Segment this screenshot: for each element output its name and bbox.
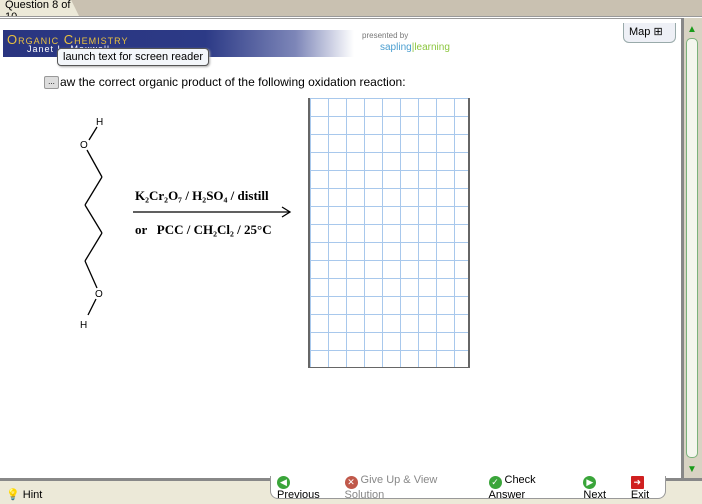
give-up-button[interactable]: ✕ Give Up & View Solution: [344, 473, 480, 501]
lightbulb-icon: 💡: [6, 489, 20, 501]
brand-learning: learning: [414, 42, 450, 53]
scroll-down-arrow-icon[interactable]: ▼: [687, 464, 697, 475]
previous-label: Previous: [277, 488, 320, 501]
map-button[interactable]: Map ⊞: [623, 23, 676, 43]
presented-by: presented by: [362, 31, 409, 40]
arrow-left-icon: ◀: [277, 475, 290, 489]
question-nav: ◀Previous ✕ Give Up & View Solution ✓ Chec…: [270, 473, 666, 501]
x-circle-icon: ✕: [344, 475, 358, 489]
exit-door-icon: ➜: [630, 475, 644, 489]
drawing-canvas[interactable]: [308, 98, 470, 368]
reactant-structure: H O O H: [80, 117, 292, 331]
check-answer-button[interactable]: ✓ Check Answer: [488, 474, 575, 501]
arrow-right-icon: ▶: [583, 475, 597, 489]
previous-button[interactable]: ◀Previous: [277, 474, 336, 501]
exit-button[interactable]: ➜Exit: [630, 474, 665, 501]
sapling-logo: sapling|learning: [380, 42, 450, 53]
scroll-thumb[interactable]: [686, 38, 698, 458]
sitemap-icon: ⊞: [653, 26, 663, 38]
next-label: Next: [583, 488, 607, 501]
brand-sapling: sapling: [380, 42, 412, 53]
reagent-line-1: K₂Cr₂O₇ / H₂SO₄ / distill: [135, 188, 269, 203]
hint-button[interactable]: 💡 Hint: [6, 488, 42, 501]
atom-h1: H: [96, 117, 103, 128]
next-button[interactable]: ▶Next: [583, 474, 621, 501]
vertical-scrollbar[interactable]: ▲ ▼: [681, 18, 702, 478]
hint-label: Hint: [22, 489, 43, 501]
screen-reader-icon[interactable]: ...: [44, 76, 59, 89]
check-icon: ✓: [488, 475, 502, 489]
reagent-line-2: or PCC / CH₂Cl₂ / 25°C: [135, 222, 272, 237]
give-up-label: Give Up & View Solution: [344, 473, 438, 501]
scroll-up-arrow-icon[interactable]: ▲: [687, 24, 697, 35]
exit-label: Exit: [630, 488, 650, 501]
question-text: aw the correct organic product of the fo…: [60, 75, 406, 89]
screen-reader-tooltip: launch text for screen reader: [57, 48, 210, 66]
atom-o2: O: [95, 289, 103, 300]
map-label: Map: [629, 26, 651, 38]
atom-h2: H: [80, 320, 87, 331]
atom-o1: O: [80, 140, 88, 151]
